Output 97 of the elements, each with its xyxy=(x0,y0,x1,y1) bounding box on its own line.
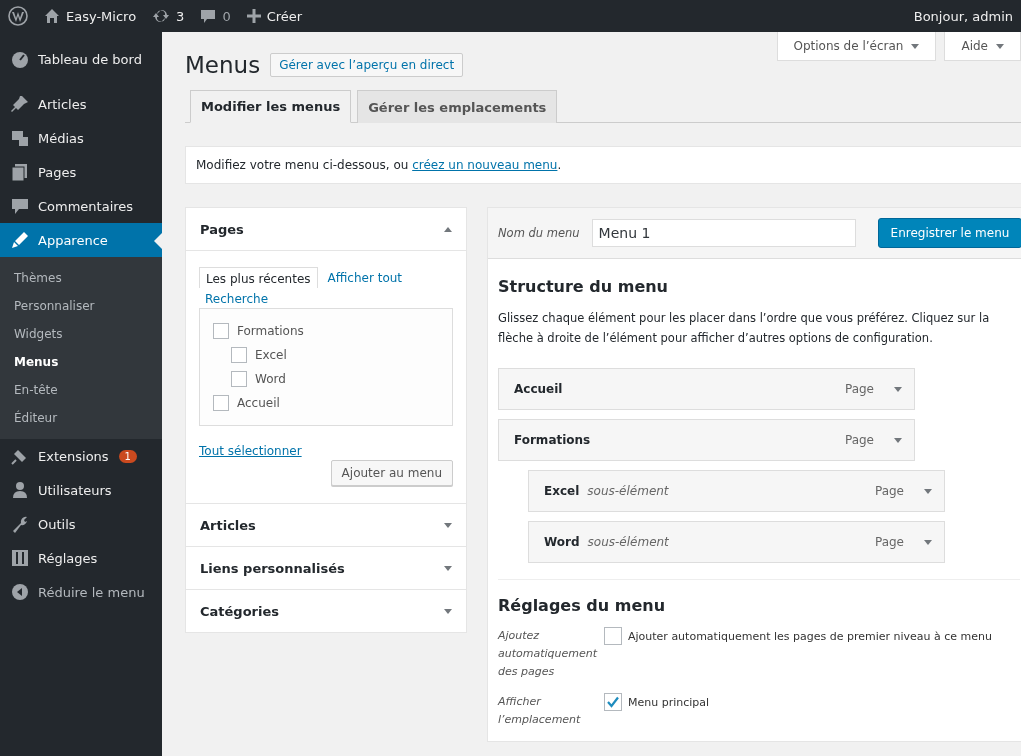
sidebar-icon xyxy=(10,480,30,500)
section-title: Structure du menu xyxy=(498,277,669,296)
menu-item-type: Page xyxy=(844,382,874,396)
tab[interactable]: Gérer les emplacements xyxy=(357,90,558,123)
new-link[interactable]: Créer xyxy=(246,8,303,24)
page-label: Excel xyxy=(255,348,287,362)
menu-item-note: sous-élément xyxy=(587,535,669,549)
save-menu-button[interactable]: Enregistrer le menu xyxy=(877,218,1021,248)
select-all-link[interactable]: Tout sélectionner xyxy=(199,444,302,458)
section-title: Réglages du menu xyxy=(498,596,667,615)
menu-item-title: Formations xyxy=(514,433,591,447)
menu-item[interactable]: Word sous-élément Page xyxy=(528,521,945,563)
home-icon xyxy=(44,8,60,24)
caret-icon xyxy=(444,522,452,528)
live-preview-button[interactable]: Gérer avec l’aperçu en direct xyxy=(270,53,464,77)
panel-tab[interactable]: Recherche xyxy=(199,288,275,308)
sidebar-item[interactable]: Pages xyxy=(0,155,162,189)
sidebar-item[interactable]: Articles xyxy=(0,87,162,121)
sidebar-item[interactable]: Réduire le menu xyxy=(0,575,162,609)
caret-icon xyxy=(911,43,920,49)
menu-name-field[interactable]: Menu 1 xyxy=(591,219,856,247)
accordion-header[interactable]: Pages xyxy=(186,208,466,250)
submenu-item[interactable]: Menus xyxy=(0,348,162,376)
page-title: Menus xyxy=(185,52,261,78)
count-badge: 1 xyxy=(118,449,137,463)
caret-icon[interactable] xyxy=(894,437,902,443)
menu-item-type: Page xyxy=(874,535,904,549)
page-label: Formations xyxy=(237,324,304,338)
caret-icon xyxy=(444,608,452,614)
sidebar-item[interactable]: Réglages xyxy=(0,541,162,575)
checkbox[interactable] xyxy=(231,371,247,387)
submenu-item[interactable]: Personnaliser xyxy=(0,292,162,320)
accordion-header[interactable]: Articles xyxy=(186,503,466,546)
sidebar-icon xyxy=(10,49,30,69)
wordpress-logo-icon[interactable] xyxy=(8,6,28,26)
sidebar-item[interactable]: Apparence xyxy=(0,223,162,257)
menu-item-type: Page xyxy=(874,484,904,498)
greeting[interactable]: Bonjour, admin xyxy=(913,8,1013,24)
screen-tab-button[interactable]: Options de l’écran xyxy=(776,32,937,61)
menu-item-title: Word xyxy=(544,535,580,549)
checkbox[interactable] xyxy=(213,323,229,339)
checkbox[interactable] xyxy=(213,395,229,411)
page-label: Word xyxy=(255,372,286,386)
notice-text: Modifiez votre menu ci-dessous, ou créez un nouveau menu. xyxy=(185,146,1021,184)
caret-icon[interactable] xyxy=(924,488,932,494)
sidebar-icon xyxy=(10,548,30,568)
sidebar-icon xyxy=(10,196,30,216)
sidebar-item[interactable]: Extensions 1 xyxy=(0,439,162,473)
sidebar-icon xyxy=(10,94,30,114)
caret-icon xyxy=(996,43,1004,49)
sidebar-icon xyxy=(10,162,30,182)
caret-icon[interactable] xyxy=(924,539,932,545)
checkbox[interactable] xyxy=(231,347,247,363)
sidebar-item[interactable]: Outils xyxy=(0,507,162,541)
setting-label: Afficher l’emplacement xyxy=(498,694,582,728)
caret-icon xyxy=(444,226,452,232)
plus-icon xyxy=(246,9,261,23)
menu-name-label: Nom du menu xyxy=(498,226,580,240)
sidebar-icon xyxy=(10,230,30,250)
panel-tab[interactable]: Afficher tout xyxy=(321,267,409,288)
option-label: Ajouter automatiquement les pages de premier niveau à ce menu xyxy=(628,629,993,643)
sidebar-item[interactable]: Commentaires xyxy=(0,189,162,223)
checkbox[interactable] xyxy=(604,627,622,645)
screen-tab-button[interactable]: Aide xyxy=(944,32,1021,61)
menu-item-note: sous-élément xyxy=(587,484,669,498)
comment-icon xyxy=(200,8,217,24)
page-label: Accueil xyxy=(237,396,280,410)
submenu-item[interactable]: En-tête xyxy=(0,376,162,404)
menu-item-title: Accueil xyxy=(514,382,563,396)
menu-item-title: Excel xyxy=(544,484,580,498)
menu-item[interactable]: Accueil Page xyxy=(498,368,915,410)
updates-link[interactable]: 3 xyxy=(152,8,185,24)
help-text: Glissez chaque élément pour les placer dans l’ordre que vous préférez. Cliquez sur la flèche à droite de l’élément pour afficher d’autres options de configuration. xyxy=(498,310,991,347)
add-to-menu-button[interactable]: Ajouter au menu xyxy=(330,460,453,486)
sidebar-item[interactable]: Utilisateurs xyxy=(0,473,162,507)
sidebar-item[interactable]: Tableau de bord xyxy=(0,42,162,76)
setting-label: Ajoutez automatiquement des pages xyxy=(498,628,599,680)
menu-item[interactable]: Excel sous-élément Page xyxy=(528,470,945,512)
accordion-header[interactable]: Catégories xyxy=(186,589,466,632)
menu-item[interactable]: Formations Page xyxy=(498,419,915,461)
site-link[interactable]: Easy-Micro xyxy=(44,8,137,24)
caret-icon[interactable] xyxy=(894,386,902,392)
submenu-item[interactable]: Thèmes xyxy=(0,264,162,292)
refresh-icon xyxy=(152,8,171,24)
menu-item-type: Page xyxy=(844,433,874,447)
panel-tab[interactable]: Les plus récentes xyxy=(199,267,318,288)
submenu-item[interactable]: Éditeur xyxy=(0,404,162,432)
accordion-header[interactable]: Liens personnalisés xyxy=(186,546,466,589)
option-label: Menu principal xyxy=(628,695,710,709)
sidebar-item[interactable]: Médias xyxy=(0,121,162,155)
sidebar-icon xyxy=(10,582,30,602)
submenu-item[interactable]: Widgets xyxy=(0,320,162,348)
tab[interactable]: Modifier les menus xyxy=(190,90,352,123)
caret-icon xyxy=(444,565,452,571)
sidebar-icon xyxy=(10,128,30,148)
checkbox[interactable] xyxy=(604,693,622,711)
comments-link[interactable]: 0 xyxy=(200,8,231,24)
